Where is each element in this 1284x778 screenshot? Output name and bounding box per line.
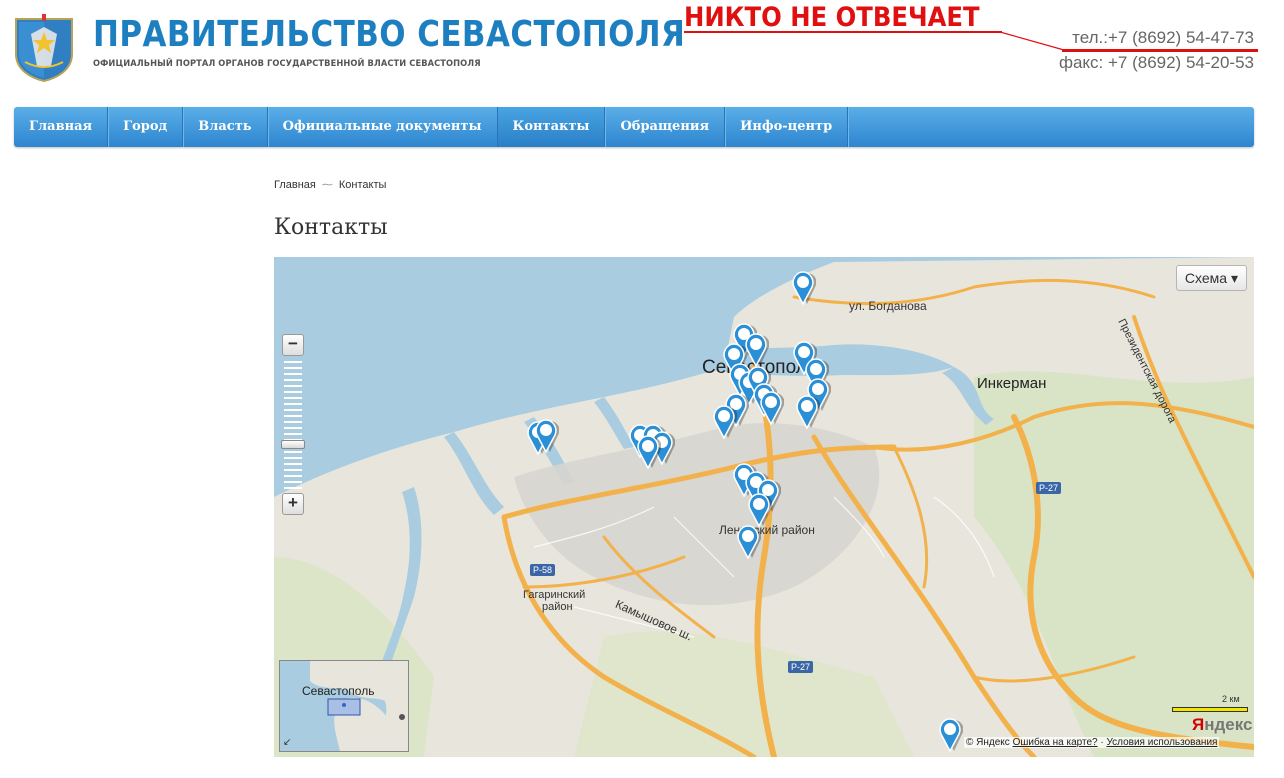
copyright-text: © Яндекс xyxy=(966,737,1010,748)
breadcrumb-home[interactable]: Главная xyxy=(274,179,316,191)
map-terms-link[interactable]: Условия использования xyxy=(1106,737,1217,748)
nav-item-info-center[interactable]: Инфо-центр xyxy=(725,107,849,147)
zoom-in-button[interactable]: + xyxy=(282,493,304,515)
nav-item-appeals[interactable]: Обращения xyxy=(605,107,726,147)
map-pin-icon[interactable] xyxy=(937,718,964,753)
map-pin-icon[interactable] xyxy=(794,395,821,430)
yandex-logo[interactable]: Яндекс xyxy=(1192,715,1252,735)
zoom-out-button[interactable]: − xyxy=(282,334,304,356)
breadcrumb-separator-icon: ⁓ xyxy=(321,179,333,191)
map-pin-icon[interactable] xyxy=(711,405,738,440)
contacts-map[interactable]: Севастополь Инкерман ул. Богданова Прези… xyxy=(274,257,1254,757)
annotation-underline xyxy=(684,31,1002,33)
main-nav: Главная Город Власть Официальные докумен… xyxy=(14,107,1254,147)
phone-underline xyxy=(1062,49,1258,52)
map-label-gagarinsky-1: Гагаринский xyxy=(523,589,586,601)
map-pin-icon[interactable] xyxy=(635,435,662,470)
site-title[interactable]: ПРАВИТЕЛЬСТВО СЕВАСТОПОЛЯ xyxy=(93,14,685,55)
zoom-slider-thumb[interactable] xyxy=(281,440,305,449)
annotation-text: НИКТО НЕ ОТВЕЧАЕТ xyxy=(684,2,980,33)
scale-label: 2 км xyxy=(1222,694,1240,704)
map-pin-icon[interactable] xyxy=(758,391,785,426)
map-pin-icon[interactable] xyxy=(735,525,762,560)
page-title: Контакты xyxy=(274,215,388,240)
yandex-logo-first-letter: Я xyxy=(1192,715,1205,734)
map-label-gagarinsky-2: район xyxy=(542,601,573,613)
map-pin-icon[interactable] xyxy=(790,271,817,306)
coat-of-arms-logo[interactable] xyxy=(13,14,75,83)
road-badge-r27-south: P-27 xyxy=(788,661,814,673)
fax-number: факс: +7 (8692) 54-20-53 xyxy=(1058,53,1254,72)
map-label-bogdanova: ул. Богданова xyxy=(849,299,927,313)
road-badge-r58: P-58 xyxy=(530,564,556,576)
scale-bar xyxy=(1172,707,1248,712)
nav-item-contacts[interactable]: Контакты xyxy=(497,107,606,147)
minimap-label: Севастополь xyxy=(302,684,375,698)
nav-item-government[interactable]: Власть xyxy=(183,107,268,147)
zoom-slider-track[interactable] xyxy=(284,361,302,491)
breadcrumb: Главная ⁓ Контакты xyxy=(274,178,386,191)
map-pin-icon[interactable] xyxy=(533,419,560,454)
breadcrumb-current: Контакты xyxy=(338,179,387,191)
minimap-base xyxy=(310,661,408,751)
road-badge-r27-north: P-27 xyxy=(1036,482,1062,494)
nav-item-city[interactable]: Город xyxy=(108,107,184,147)
nav-item-home[interactable]: Главная xyxy=(14,107,109,147)
nav-item-documents[interactable]: Официальные документы xyxy=(268,107,498,147)
overview-minimap[interactable]: Севастополь ↙ xyxy=(279,660,409,752)
minimap-collapse-icon[interactable]: ↙ xyxy=(283,737,291,748)
map-type-dropdown[interactable]: Схема ▾ xyxy=(1175,265,1247,291)
map-label-inkerman: Инкерман xyxy=(977,375,1047,392)
map-pin-icon[interactable] xyxy=(746,493,773,528)
map-error-link[interactable]: Ошибка на карте? xyxy=(1013,737,1098,748)
map-copyright: © Яндекс Ошибка на карте? · Условия испо… xyxy=(964,737,1220,748)
yandex-logo-rest: ндекс xyxy=(1204,715,1253,734)
phone-number: тел.:+7 (8692) 54-47-73 xyxy=(1072,28,1254,47)
site-subtitle: ОФИЦИАЛЬНЫЙ ПОРТАЛ ОРГАНОВ ГОСУДАРСТВЕНН… xyxy=(93,59,481,69)
